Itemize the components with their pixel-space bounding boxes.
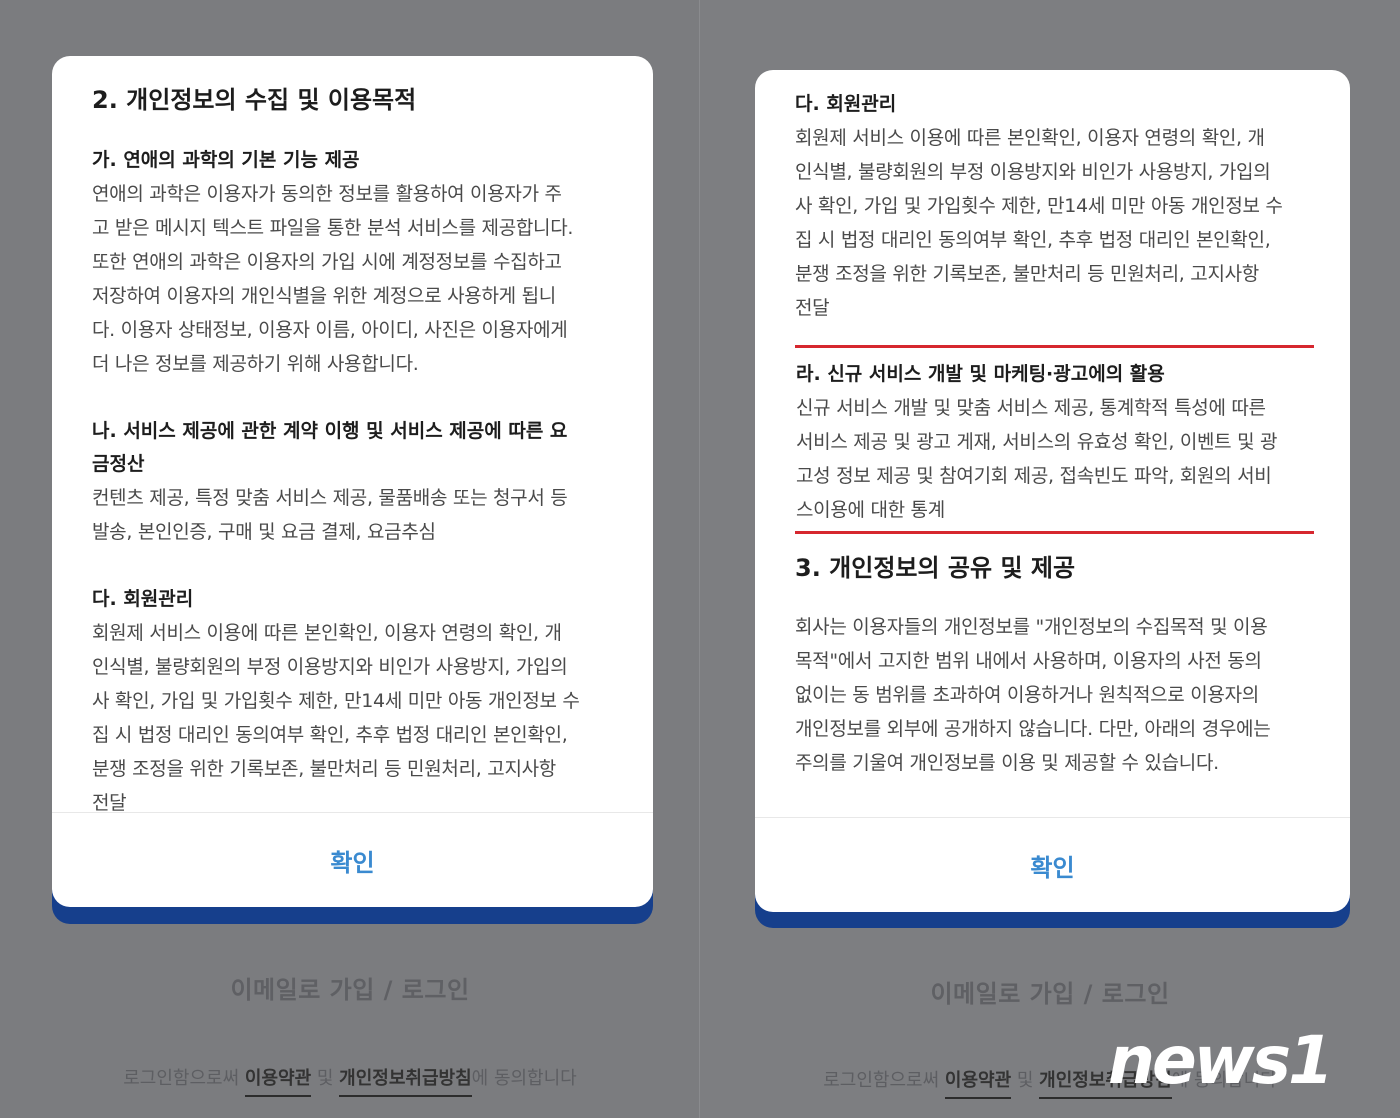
watermark-text: news1: [1108, 1022, 1334, 1099]
text-line: 개인정보를 외부에 공개하지 않습니다. 다만, 아래의 경우에는: [795, 718, 1271, 740]
modal-footer: 확인: [52, 812, 653, 907]
subsection-da: 다. 회원관리 회원제 서비스 이용에 따른 본인확인, 이용자 연령의 확인,…: [795, 88, 1314, 325]
text-line: 스이용에 대한 통계: [796, 499, 945, 521]
text-line: 사 확인, 가입 및 가입횟수 제한, 만14세 미만 아동 개인정보 수: [795, 195, 1283, 217]
subsection-title: 다. 회원관리: [92, 588, 194, 610]
text-line: 인식별, 불량회원의 부정 이용방지와 비인가 사용방지, 가입의: [92, 656, 568, 678]
subsection-title: 라. 신규 서비스 개발 및 마케팅·광고에의 활용: [796, 363, 1165, 385]
modal-scroll-content[interactable]: 2. 개인정보의 수집 및 이용목적 가. 연애의 과학의 기본 기능 제공 연…: [92, 82, 617, 814]
text-line: 집 시 법정 대리인 동의여부 확인, 추후 법정 대리인 본인확인,: [795, 229, 1271, 251]
section-heading: 2. 개인정보의 수집 및 이용목적: [92, 86, 417, 114]
confirm-button[interactable]: 확인: [290, 835, 414, 886]
terms-text: 에 동의합니다: [471, 1068, 577, 1089]
text-line: 목적"에서 고지한 범위 내에서 사용하며, 이용자의 사전 동의: [795, 650, 1262, 672]
subsection-title: 다. 회원관리: [795, 93, 897, 115]
text-line: 저장하여 이용자의 개인식별을 위한 계정으로 사용하게 됩니: [92, 285, 556, 307]
text-line: 고성 정보 제공 및 참여기회 제공, 접속빈도 파악, 회원의 서비: [796, 465, 1272, 487]
text-line: 전달: [92, 792, 127, 814]
subsection-title: 금정산: [92, 453, 145, 475]
left-screenshot: 2. 개인정보의 수집 및 이용목적 가. 연애의 과학의 기본 기능 제공 연…: [0, 0, 700, 1118]
text-line: 회원제 서비스 이용에 따른 본인확인, 이용자 연령의 확인, 개: [795, 127, 1265, 149]
subsection-da: 다. 회원관리 회원제 서비스 이용에 따른 본인확인, 이용자 연령의 확인,…: [92, 583, 617, 814]
privacy-policy-link[interactable]: 개인정보취급방침: [339, 1068, 472, 1097]
terms-text: 및: [311, 1068, 340, 1089]
text-line: 더 나은 정보를 제공하기 위해 사용합니다.: [92, 353, 419, 375]
highlight-box-subsection-ra: 라. 신규 서비스 개발 및 마케팅·광고에의 활용 신규 서비스 개발 및 맞…: [795, 345, 1314, 534]
subsection-ga: 가. 연애의 과학의 기본 기능 제공 연애의 과학은 이용자가 동의한 정보를…: [92, 144, 617, 381]
section-3-paragraph: 회사는 이용자들의 개인정보를 "개인정보의 수집목적 및 이용 목적"에서 고…: [795, 610, 1314, 780]
email-login-button[interactable]: 이메일로 가입 / 로그인: [700, 974, 1400, 1009]
text-line: 분쟁 조정을 위한 기록보존, 불만처리 등 민원처리, 고지사항: [92, 758, 556, 780]
text-line: 사 확인, 가입 및 가입횟수 제한, 만14세 미만 아동 개인정보 수: [92, 690, 580, 712]
modal-footer: 확인: [755, 817, 1350, 912]
text-line: 연애의 과학은 이용자가 동의한 정보를 활용하여 이용자가 주: [92, 183, 562, 205]
text-line: 컨텐츠 제공, 특정 맞춤 서비스 제공, 물품배송 또는 청구서 등: [92, 487, 568, 509]
text-line: 서비스 제공 및 광고 게재, 서비스의 유효성 확인, 이벤트 및 광: [796, 431, 1278, 453]
text-line: 다. 이용자 상태정보, 이용자 이름, 아이디, 사진은 이용자에게: [92, 319, 568, 341]
subsection-na: 나. 서비스 제공에 관한 계약 이행 및 서비스 제공에 따른 요 금정산 컨…: [92, 415, 617, 549]
text-line: 신규 서비스 개발 및 맞춤 서비스 제공, 통계학적 특성에 따른: [796, 397, 1266, 419]
subsection-title: 가. 연애의 과학의 기본 기능 제공: [92, 149, 360, 171]
section-heading: 3. 개인정보의 공유 및 제공: [795, 554, 1076, 582]
text-line: 회원제 서비스 이용에 따른 본인확인, 이용자 연령의 확인, 개: [92, 622, 562, 644]
text-line: 전달: [795, 297, 830, 319]
text-line: 회사는 이용자들의 개인정보를 "개인정보의 수집목적 및 이용: [795, 616, 1268, 638]
terms-notice: 로그인함으로써 이용약관 및 개인정보취급방침에 동의합니다: [0, 1064, 700, 1097]
confirm-button[interactable]: 확인: [990, 840, 1114, 891]
text-line: 고 받은 메시지 텍스트 파일을 통한 분석 서비스를 제공합니다.: [92, 217, 574, 239]
email-login-button[interactable]: 이메일로 가입 / 로그인: [0, 970, 700, 1005]
terms-text: 로그인함으로써: [123, 1068, 245, 1089]
privacy-policy-modal: 2. 개인정보의 수집 및 이용목적 가. 연애의 과학의 기본 기능 제공 연…: [52, 56, 653, 907]
text-line: 없이는 동 범위를 초과하여 이용하거나 원칙적으로 이용자의: [795, 684, 1259, 706]
right-screenshot: 다. 회원관리 회원제 서비스 이용에 따른 본인확인, 이용자 연령의 확인,…: [700, 0, 1400, 1118]
terms-of-use-link[interactable]: 이용약관: [944, 1070, 1012, 1099]
text-line: 또한 연애의 과학은 이용자의 가입 시에 계정정보를 수집하고: [92, 251, 562, 273]
subsection-title: 나. 서비스 제공에 관한 계약 이행 및 서비스 제공에 따른 요: [92, 420, 568, 442]
text-line: 집 시 법정 대리인 동의여부 확인, 추후 법정 대리인 본인확인,: [92, 724, 568, 746]
privacy-policy-modal: 다. 회원관리 회원제 서비스 이용에 따른 본인확인, 이용자 연령의 확인,…: [755, 70, 1350, 912]
terms-text: 로그인함으로써: [823, 1070, 945, 1091]
modal-scroll-content[interactable]: 다. 회원관리 회원제 서비스 이용에 따른 본인확인, 이용자 연령의 확인,…: [795, 88, 1314, 822]
text-line: 인식별, 불량회원의 부정 이용방지와 비인가 사용방지, 가입의: [795, 161, 1271, 183]
terms-text: 및: [1011, 1070, 1040, 1091]
text-line: 분쟁 조정을 위한 기록보존, 불만처리 등 민원처리, 고지사항: [795, 263, 1259, 285]
text-line: 주의를 기울여 개인정보를 이용 및 제공할 수 있습니다.: [795, 752, 1219, 774]
news1-watermark-logo: news1: [1108, 1020, 1398, 1110]
text-line: 발송, 본인인증, 구매 및 요금 결제, 요금추심: [92, 521, 436, 543]
terms-of-use-link[interactable]: 이용약관: [244, 1068, 312, 1097]
